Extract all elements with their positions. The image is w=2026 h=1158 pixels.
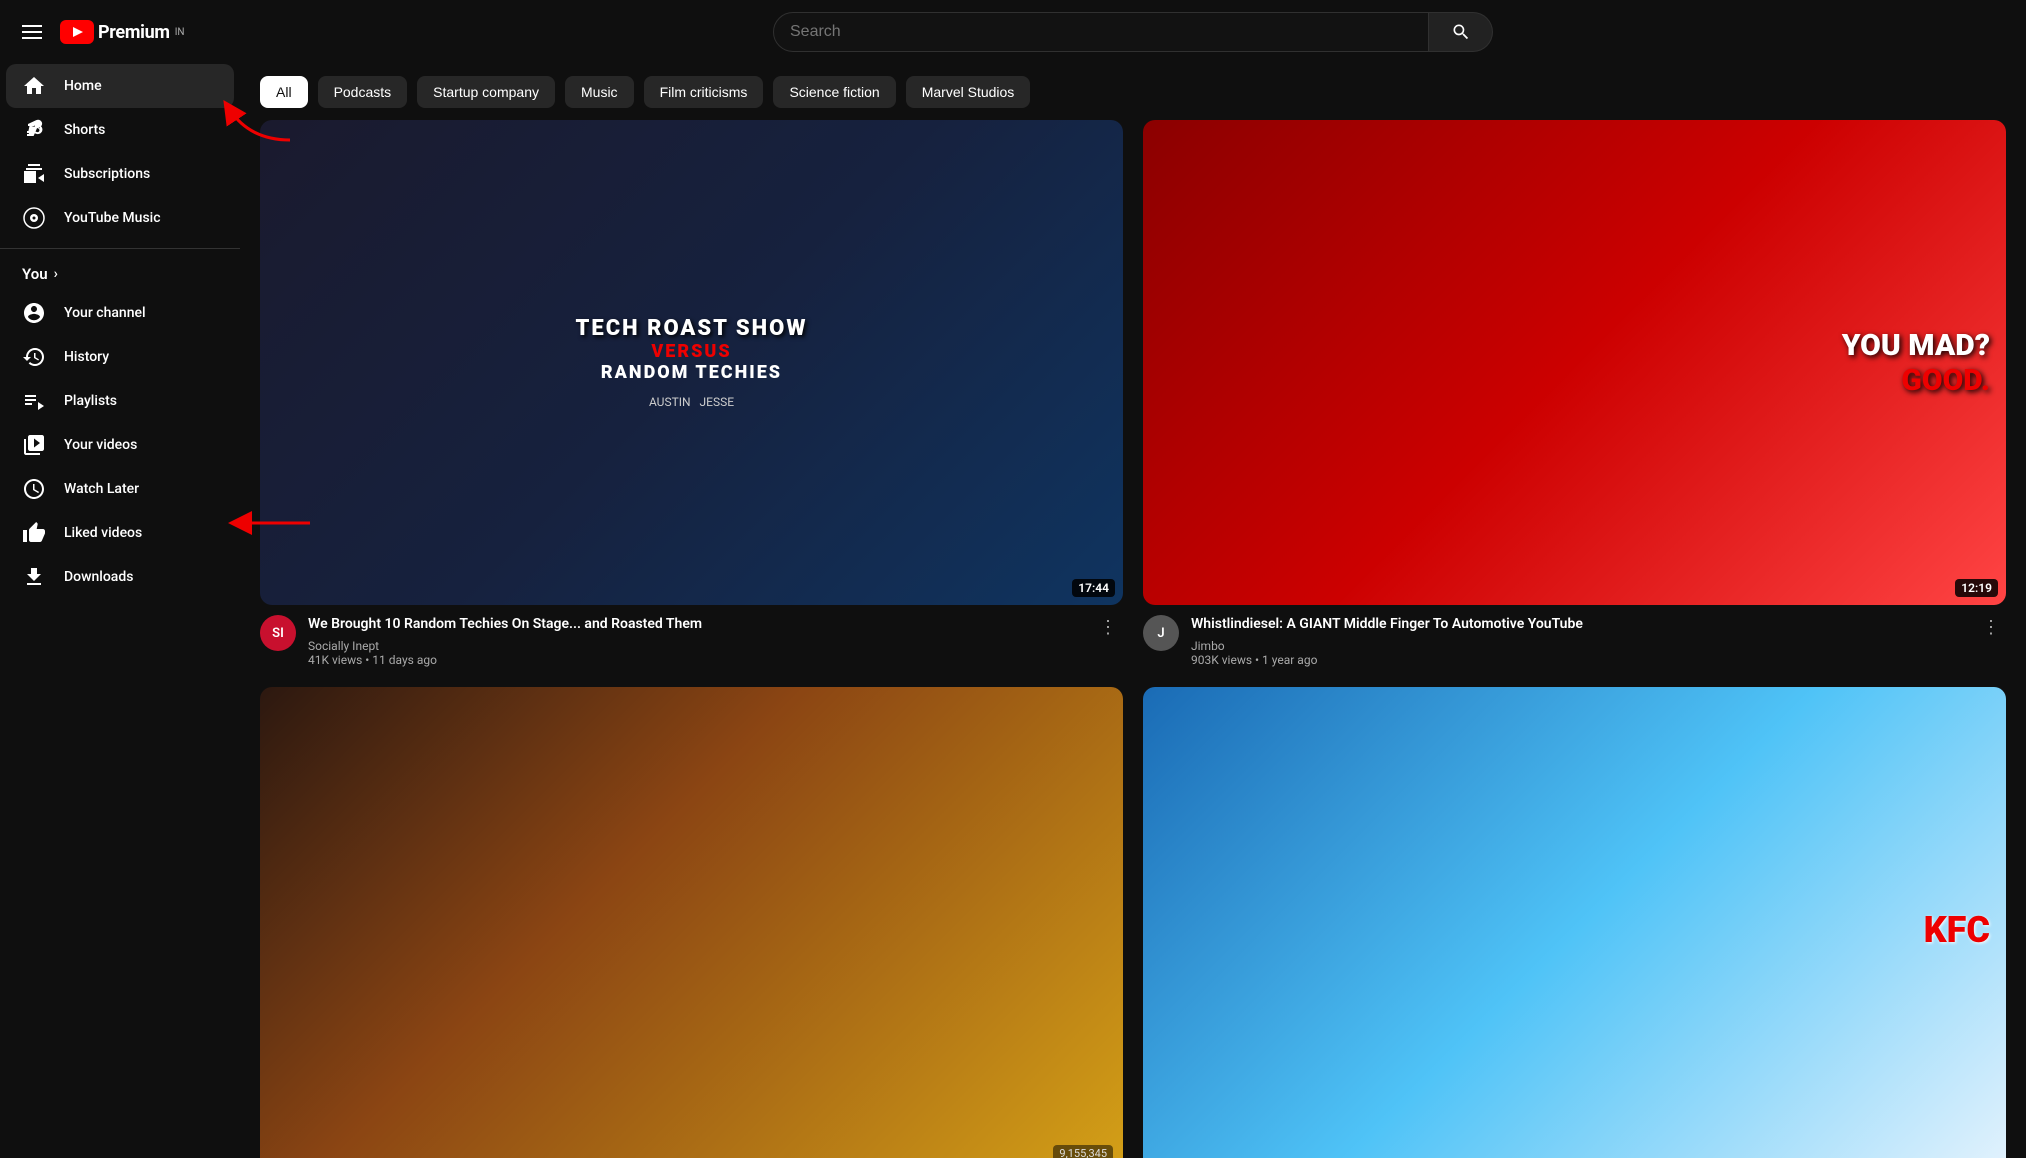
shorts-icon xyxy=(22,118,46,142)
topbar xyxy=(240,0,2026,64)
filter-chip-marvel[interactable]: Marvel Studios xyxy=(906,76,1031,108)
video-stats-v2: 903K views • 1 year ago xyxy=(1191,653,1964,667)
search-input[interactable] xyxy=(790,23,1412,41)
video-grid: TECH ROAST SHOW VERSUS RANDOM TECHIES AU… xyxy=(240,120,2026,1158)
sidebar-item-liked-videos[interactable]: Liked videos xyxy=(6,511,234,555)
sidebar-item-subscriptions[interactable]: Subscriptions xyxy=(6,152,234,196)
logo-badge: IN xyxy=(175,27,185,38)
sidebar-item-label-history: History xyxy=(64,349,109,365)
filter-chip-music[interactable]: Music xyxy=(565,76,634,108)
filter-chip-startup[interactable]: Startup company xyxy=(417,76,555,108)
logo[interactable]: Premium IN xyxy=(60,20,185,44)
filter-chip-all[interactable]: All xyxy=(260,76,308,108)
duration-badge-v1: 17:44 xyxy=(1072,579,1115,597)
downloads-icon xyxy=(22,565,46,589)
video-card-v4[interactable]: KFCBWhy KFC Is Failing In This CountryBu… xyxy=(1143,687,2006,1158)
video-title-v2: Whistlindiesel: A GIANT Middle Finger To… xyxy=(1191,615,1964,635)
sidebar-item-channel[interactable]: Your channel xyxy=(6,291,234,335)
watch-later-icon xyxy=(22,477,46,501)
sidebar-item-label-home: Home xyxy=(64,78,102,94)
filter-chip-film[interactable]: Film criticisms xyxy=(644,76,764,108)
sidebar-item-playlists[interactable]: Playlists xyxy=(6,379,234,423)
video-info-v1: SI We Brought 10 Random Techies On Stage.… xyxy=(260,615,1123,667)
sidebar-item-label-subscriptions: Subscriptions xyxy=(64,166,150,182)
sidebar-item-label-music: YouTube Music xyxy=(64,210,161,226)
hamburger-button[interactable] xyxy=(16,19,48,45)
sidebar-item-label-playlists: Playlists xyxy=(64,393,117,409)
subscriptions-icon xyxy=(22,162,46,186)
video-more-button-v1[interactable]: ⋮ xyxy=(1093,615,1123,640)
youtube-logo-icon xyxy=(60,20,94,44)
sidebar-item-label-shorts: Shorts xyxy=(64,122,105,138)
sidebar-item-home[interactable]: Home xyxy=(6,64,234,108)
filter-chip-podcasts[interactable]: Podcasts xyxy=(318,76,408,108)
sidebar-divider xyxy=(0,248,240,249)
filter-chip-scifi[interactable]: Science fiction xyxy=(773,76,895,108)
sidebar-item-youtube-music[interactable]: YouTube Music xyxy=(6,196,234,240)
sidebar-item-history[interactable]: History xyxy=(6,335,234,379)
home-icon xyxy=(22,74,46,98)
channel-name-v1: Socially Inept xyxy=(308,639,1081,653)
sidebar-item-label-downloads: Downloads xyxy=(64,569,133,585)
video-card-v2[interactable]: YOU MAD? GOOD. 12:19 J Whistlindiesel: A G… xyxy=(1143,120,2006,667)
video-info-v2: J Whistlindiesel: A GIANT Middle Finger T… xyxy=(1143,615,2006,667)
sidebar-item-your-videos[interactable]: Your videos xyxy=(6,423,234,467)
sidebar-item-watch-later[interactable]: Watch Later xyxy=(6,467,234,511)
video-card-v1[interactable]: TECH ROAST SHOW VERSUS RANDOM TECHIES AU… xyxy=(260,120,1123,667)
video-more-button-v2[interactable]: ⋮ xyxy=(1976,615,2006,640)
sidebar-item-label-your-videos: Your videos xyxy=(64,437,137,453)
music-icon xyxy=(22,206,46,230)
channel-name-v2: Jimbo xyxy=(1191,639,1964,653)
history-icon xyxy=(22,345,46,369)
filter-chips: All Podcasts Startup company Music Film crit… xyxy=(240,64,2026,120)
video-title-v1: We Brought 10 Random Techies On Stage...… xyxy=(308,615,1081,635)
video-card-v3[interactable]: 9,155,345 EHow to Build a Business From … xyxy=(260,687,1123,1158)
your-videos-icon xyxy=(22,433,46,457)
you-section-header[interactable]: You › xyxy=(0,257,240,291)
video-stats-v1: 41K views • 11 days ago xyxy=(308,653,1081,667)
liked-videos-icon xyxy=(22,521,46,545)
channel-icon xyxy=(22,301,46,325)
search-input-wrap xyxy=(773,12,1429,52)
video-thumbnail-v4: KFC xyxy=(1143,687,2006,1158)
sidebar-item-shorts[interactable]: Shorts xyxy=(6,108,234,152)
search-bar xyxy=(773,12,1493,52)
logo-text: Premium xyxy=(98,22,170,43)
sidebar-header: Premium IN xyxy=(0,0,240,64)
sidebar-item-label-watch-later: Watch Later xyxy=(64,481,139,497)
sidebar-item-label-liked-videos: Liked videos xyxy=(64,525,142,541)
video-thumbnail-v3: 9,155,345 xyxy=(260,687,1123,1158)
playlists-icon xyxy=(22,389,46,413)
sidebar-item-downloads[interactable]: Downloads xyxy=(6,555,234,599)
search-icon xyxy=(1451,22,1471,42)
duration-badge-v2: 12:19 xyxy=(1955,579,1998,597)
you-chevron-icon: › xyxy=(54,266,58,282)
you-label: You xyxy=(22,265,48,283)
video-thumbnail-v2: YOU MAD? GOOD. 12:19 xyxy=(1143,120,2006,605)
channel-avatar-v2: J xyxy=(1143,615,1179,651)
search-button[interactable] xyxy=(1429,12,1493,52)
sidebar-item-label-channel: Your channel xyxy=(64,305,146,321)
channel-avatar-v1: SI xyxy=(260,615,296,651)
video-thumbnail-v1: TECH ROAST SHOW VERSUS RANDOM TECHIES AU… xyxy=(260,120,1123,605)
